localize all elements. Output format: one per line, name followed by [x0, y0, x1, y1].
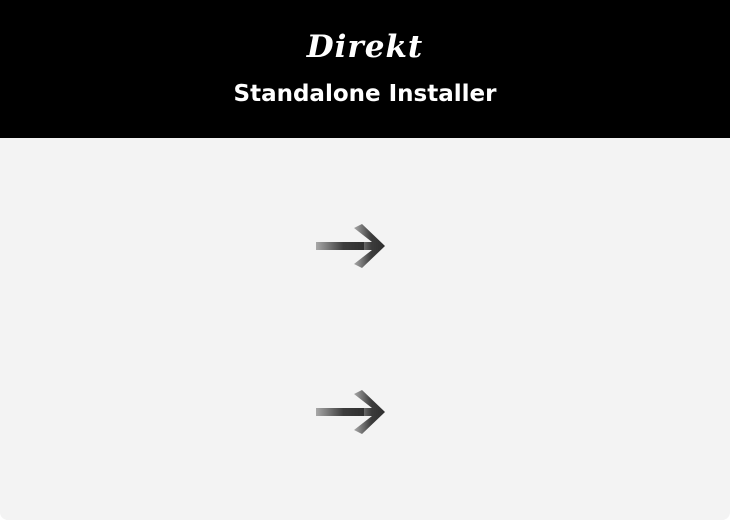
main-content: [0, 138, 730, 520]
arrow-right-icon: [316, 224, 385, 268]
second-action-button[interactable]: [314, 388, 388, 436]
first-action-button[interactable]: [314, 222, 388, 270]
header-bar: Direkt Standalone Installer: [0, 0, 730, 138]
app-logo: Direkt: [306, 29, 424, 65]
page-title: Standalone Installer: [233, 81, 497, 107]
arrow-right-icon: [316, 390, 385, 434]
installer-window: Direkt Standalone Installer: [0, 0, 730, 520]
